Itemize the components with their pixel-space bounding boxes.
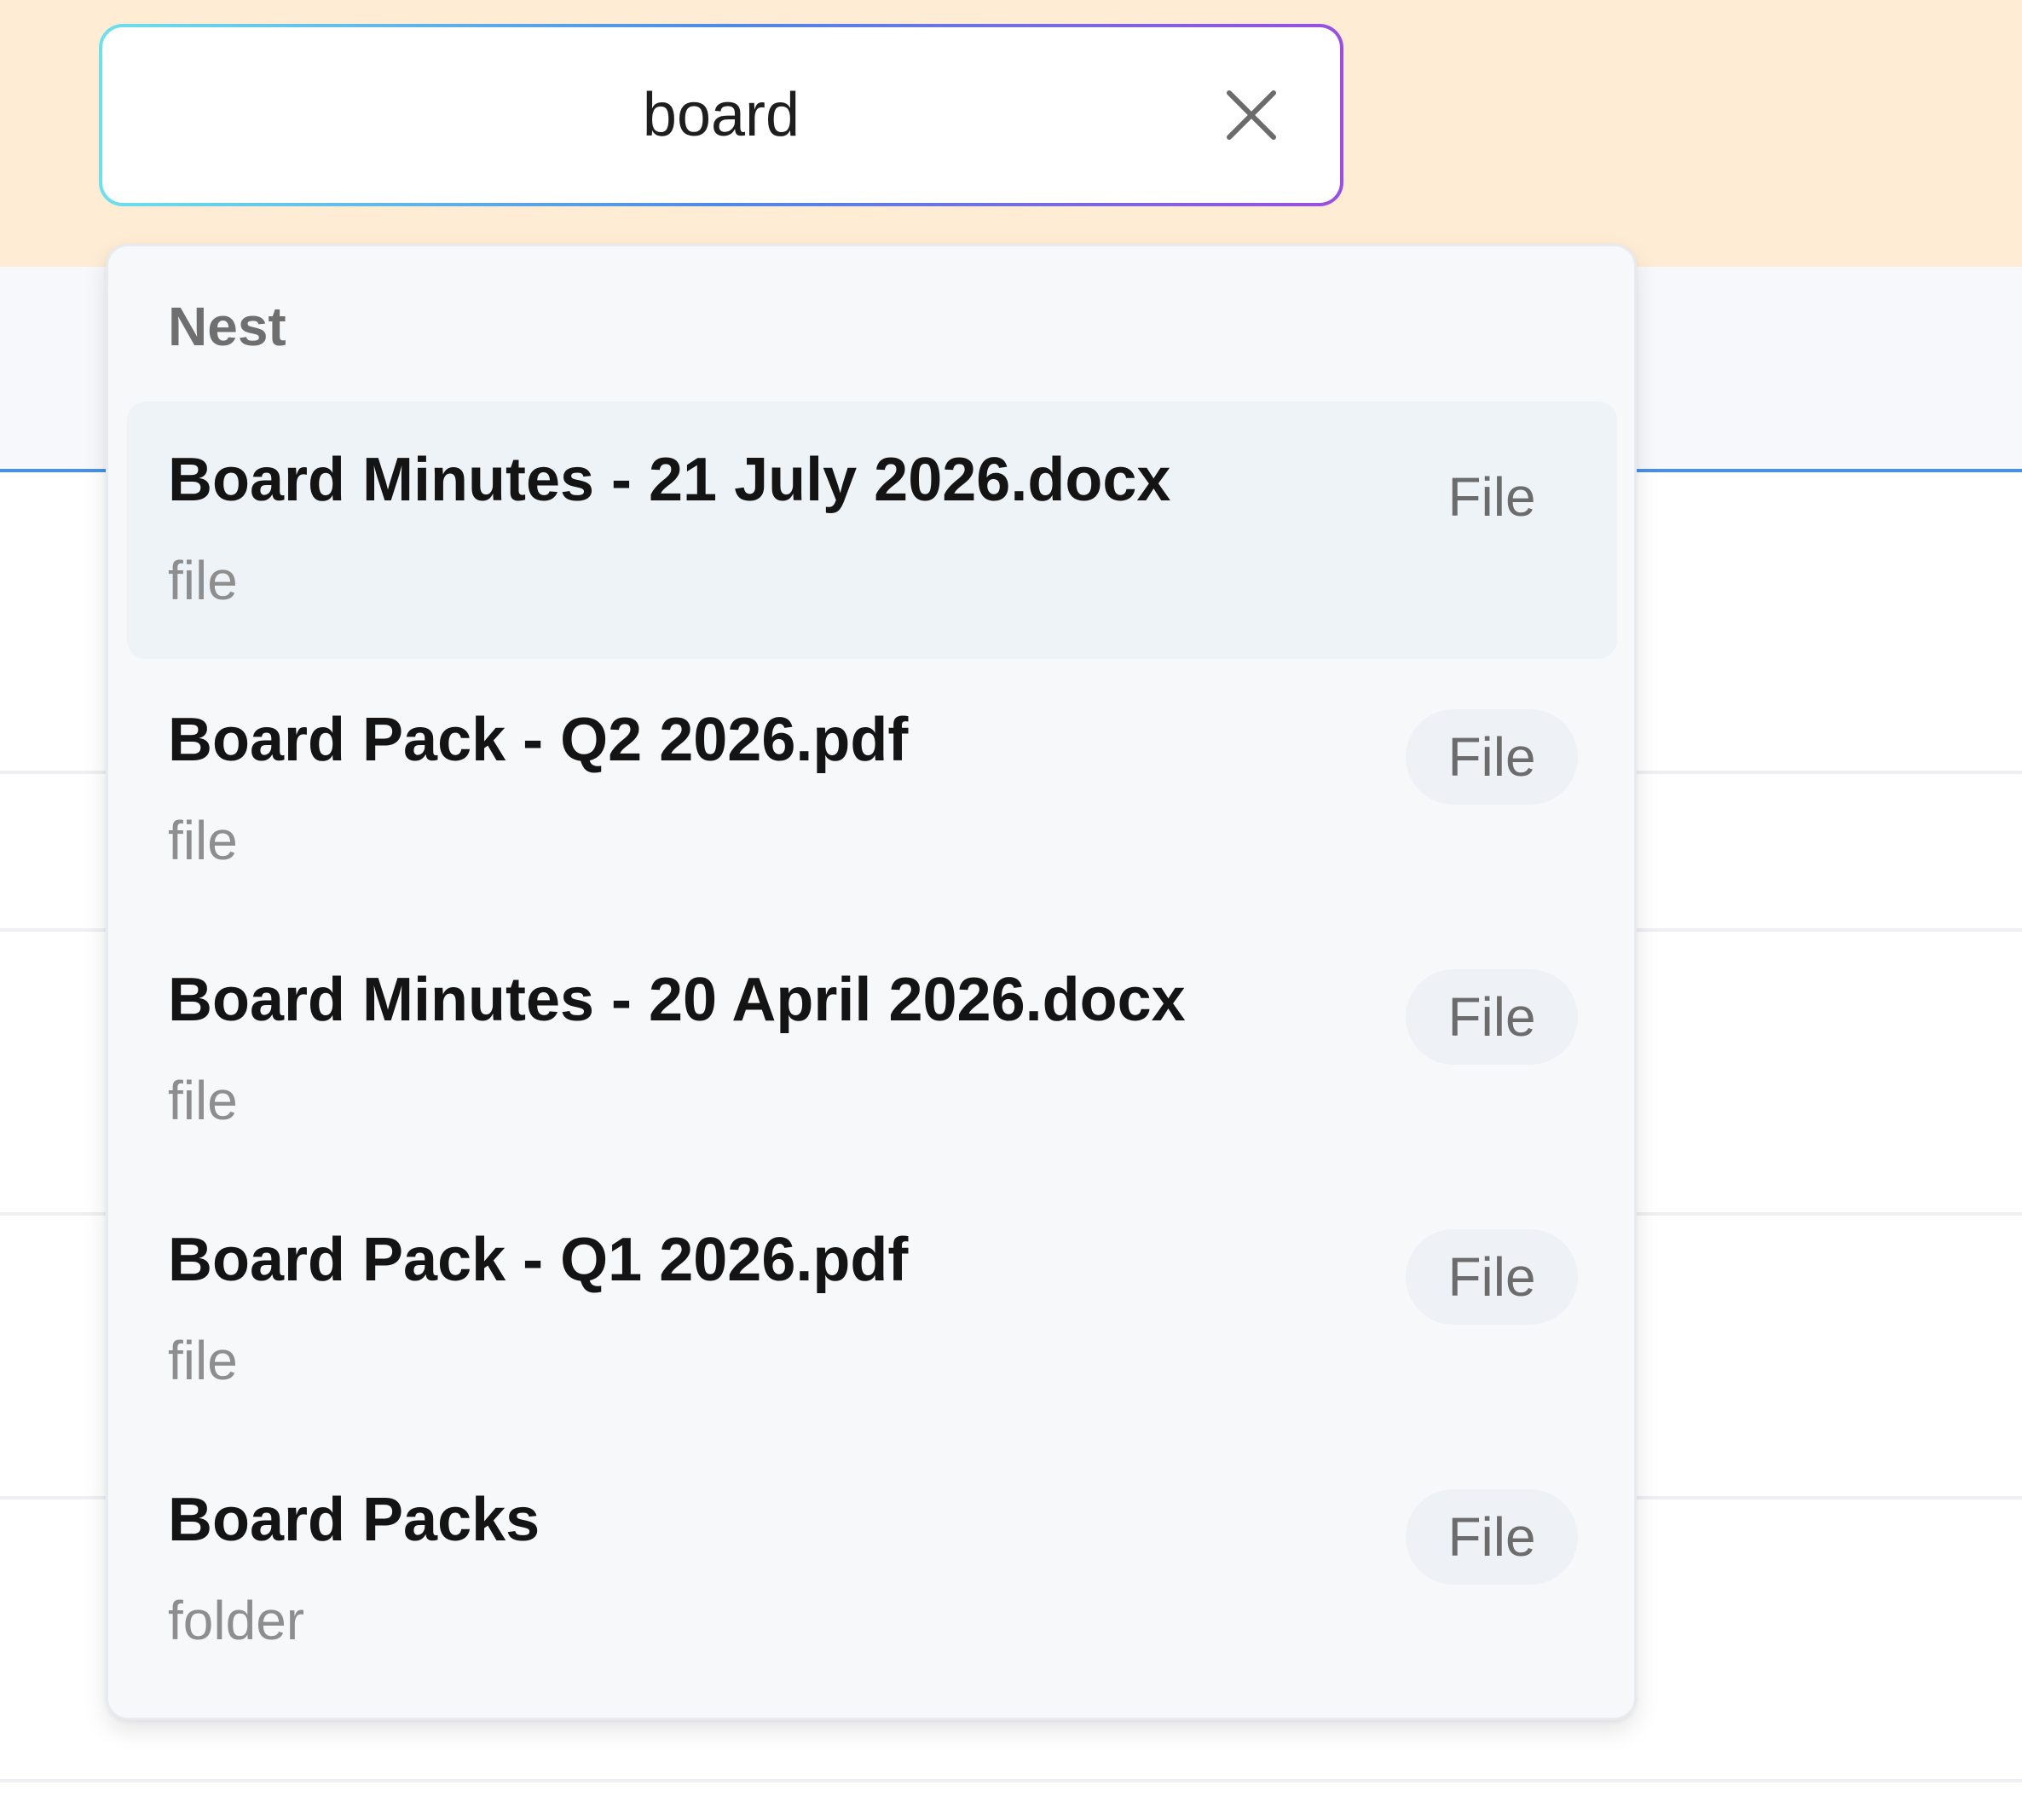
result-type: file [168, 1330, 238, 1391]
results-group-label: Nest [168, 296, 286, 357]
result-type: file [168, 1070, 238, 1131]
result-item[interactable]: Board Minutes - 21 July 2026.docx file F… [127, 402, 1617, 659]
search-inner [102, 27, 1340, 203]
result-badge: File [1406, 969, 1578, 1065]
search-input[interactable] [102, 27, 1340, 203]
result-item[interactable]: Board Pack - Q2 2026.pdf file File [127, 662, 1617, 919]
result-title: Board Pack - Q1 2026.pdf [168, 1226, 909, 1294]
result-item[interactable]: Board Minutes - 20 April 2026.docx file … [127, 922, 1617, 1179]
search-results-dropdown: Nest Board Minutes - 21 July 2026.docx f… [106, 244, 1637, 1720]
result-title: Board Minutes - 21 July 2026.docx [168, 446, 1171, 514]
result-item[interactable]: Board Pack - Q1 2026.pdf file File [127, 1182, 1617, 1439]
result-type: file [168, 550, 238, 611]
row-divider [0, 1779, 2022, 1782]
result-badge: File [1406, 1229, 1578, 1325]
result-badge: File [1406, 1489, 1578, 1585]
result-badge: File [1447, 466, 1536, 528]
search-box [99, 24, 1343, 206]
result-badge: File [1406, 709, 1578, 805]
result-title: Board Pack - Q2 2026.pdf [168, 706, 909, 774]
result-type: folder [168, 1590, 305, 1651]
close-icon[interactable] [1221, 84, 1282, 146]
result-type: file [168, 810, 238, 871]
result-title: Board Packs [168, 1486, 540, 1554]
result-title: Board Minutes - 20 April 2026.docx [168, 966, 1186, 1034]
result-item[interactable]: Board Packs folder File [127, 1442, 1617, 1699]
